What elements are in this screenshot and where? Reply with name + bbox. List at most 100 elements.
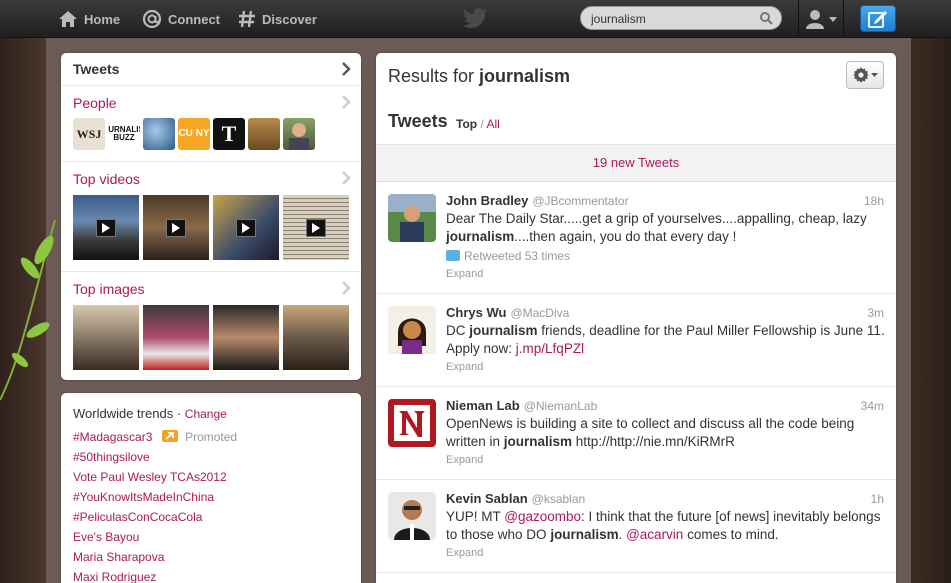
tweet-link[interactable]: j.mp/LfqPZl: [516, 341, 584, 356]
avatar[interactable]: [248, 118, 280, 150]
trend-item[interactable]: #PeliculasConCocaCola: [73, 510, 202, 524]
tweet[interactable]: John Bradley @JBcommentator 18h Dear The …: [376, 182, 896, 294]
trend-item[interactable]: Maxi Rodriguez: [73, 570, 156, 583]
tweet-timestamp[interactable]: 18h: [864, 194, 884, 208]
search-box: [580, 6, 782, 30]
image-thumbnail[interactable]: [73, 305, 139, 370]
retweet-icon: [446, 250, 460, 261]
trends-heading: Worldwide trends · Change: [73, 406, 227, 421]
tweet-text: YUP! MT @gazoombo: I think that the futu…: [446, 509, 881, 542]
promoted-label: Promoted: [185, 430, 238, 444]
video-thumbnail[interactable]: [73, 195, 139, 260]
results-prefix: Results for: [388, 66, 475, 86]
trend-item[interactable]: Maria Sharapova: [73, 550, 164, 564]
avatar[interactable]: [388, 306, 436, 354]
tweet-text: DC journalism friends, deadline for the …: [446, 323, 885, 356]
gear-icon: [852, 67, 869, 83]
trend-item[interactable]: Eve's Bayou: [73, 530, 139, 544]
tweet-author[interactable]: Nieman Lab @NiemanLab: [446, 398, 597, 413]
tweet[interactable]: Chrys Wu @MacDiva 3m DC journalism friend…: [376, 294, 896, 387]
filter-separator: /: [480, 117, 484, 131]
tweet-author[interactable]: Chrys Wu @MacDiva: [446, 305, 569, 320]
avatar[interactable]: [388, 194, 436, 242]
at-icon: [142, 9, 162, 29]
tweet-mention[interactable]: @acarvin: [626, 527, 683, 542]
avatar[interactable]: WSJ: [73, 118, 105, 150]
tweet-handle: @NiemanLab: [523, 399, 598, 413]
trends-separator: ·: [176, 406, 182, 421]
trend-item[interactable]: #50thingsilove: [73, 450, 150, 464]
play-icon: [96, 219, 116, 237]
search-icon[interactable]: [760, 12, 773, 25]
play-icon: [166, 219, 186, 237]
tweet-handle: @JBcommentator: [532, 194, 629, 208]
new-tweets-bar[interactable]: 19 new Tweets: [376, 144, 896, 182]
avatar[interactable]: [388, 399, 436, 447]
nav-discover-label: Discover: [262, 11, 317, 27]
filter-top-images[interactable]: Top images: [61, 272, 361, 380]
nav-connect[interactable]: Connect: [142, 0, 220, 38]
retweet-count: Retweeted 53 times: [446, 249, 570, 263]
trend-item[interactable]: Vote Paul Wesley TCAs2012: [73, 470, 227, 484]
filter-videos-label: Top videos: [73, 171, 140, 187]
nav-home[interactable]: Home: [58, 0, 120, 38]
nav-discover[interactable]: Discover: [238, 0, 317, 38]
video-thumbnail[interactable]: [143, 195, 209, 260]
change-trends-link[interactable]: Change: [185, 407, 227, 421]
tweet-mention[interactable]: @gazoombo: [504, 509, 581, 524]
tweet[interactable]: Kevin Sablan @ksablan 1h YUP! MT @gazoomb…: [376, 480, 896, 573]
vine-decoration: [0, 219, 56, 401]
tweet-timestamp[interactable]: 34m: [861, 399, 884, 413]
avatar[interactable]: JOURNALISM BUZZ: [108, 118, 140, 150]
chevron-right-icon: [342, 281, 351, 295]
video-thumbnail[interactable]: [283, 195, 349, 260]
tweet[interactable]: Nieman Lab @NiemanLab 34m OpenNews is bui…: [376, 387, 896, 480]
expand-link[interactable]: Expand: [446, 547, 483, 559]
expand-link[interactable]: Expand: [446, 268, 483, 280]
avatar[interactable]: CU NY: [178, 118, 210, 150]
tweet-author[interactable]: Kevin Sablan @ksablan: [446, 491, 585, 506]
avatar[interactable]: T: [213, 118, 245, 150]
filter-all-link[interactable]: All: [486, 117, 499, 131]
user-icon: [806, 10, 824, 29]
expand-link[interactable]: Expand: [446, 454, 483, 466]
chevron-down-icon: [829, 16, 837, 22]
filter-images-label: Top images: [73, 281, 145, 297]
image-thumbnail[interactable]: [213, 305, 279, 370]
tweets-filter: Top / All: [456, 117, 500, 131]
trend-item[interactable]: #YouKnowItsMadeInChina: [73, 490, 214, 504]
trend-item[interactable]: #Madagascar3 Promoted: [73, 430, 237, 444]
trends-title: Worldwide trends: [73, 406, 174, 421]
image-thumbnail[interactable]: [283, 305, 349, 370]
person-photo: [289, 123, 309, 150]
tweet-timestamp[interactable]: 3m: [867, 306, 884, 320]
image-thumbnail[interactable]: [143, 305, 209, 370]
chevron-right-icon: [342, 62, 351, 76]
tweets-heading: Tweets: [388, 111, 448, 131]
nav-home-label: Home: [84, 11, 121, 27]
people-avatars: WSJ JOURNALISM BUZZ CU NY T: [73, 118, 315, 150]
hash-icon: [239, 10, 255, 28]
avatar[interactable]: [283, 118, 315, 150]
filter-people[interactable]: People WSJ JOURNALISM BUZZ CU NY T: [61, 86, 361, 162]
tweet-author[interactable]: John Bradley @JBcommentator: [446, 193, 629, 208]
filter-top-videos[interactable]: Top videos: [61, 162, 361, 272]
user-menu-button[interactable]: [798, 0, 844, 38]
tweet-text: Dear The Daily Star.....get a grip of yo…: [446, 211, 867, 244]
play-icon: [306, 219, 326, 237]
chevron-right-icon: [342, 95, 351, 109]
top-navigation-bar: Home Connect Discover: [0, 0, 951, 38]
expand-link[interactable]: Expand: [446, 361, 483, 373]
avatar[interactable]: [388, 492, 436, 540]
home-icon: [59, 11, 77, 27]
filter-tweets[interactable]: Tweets: [61, 53, 361, 86]
chevron-right-icon: [342, 171, 351, 185]
tweet-timestamp[interactable]: 1h: [871, 492, 884, 506]
video-thumbnail[interactable]: [213, 195, 279, 260]
compose-tweet-button[interactable]: [860, 5, 896, 32]
avatar[interactable]: [143, 118, 175, 150]
search-settings-button[interactable]: [846, 61, 884, 89]
filter-top-link[interactable]: Top: [456, 117, 477, 131]
compose-icon: [868, 10, 887, 28]
search-input[interactable]: [591, 10, 751, 27]
